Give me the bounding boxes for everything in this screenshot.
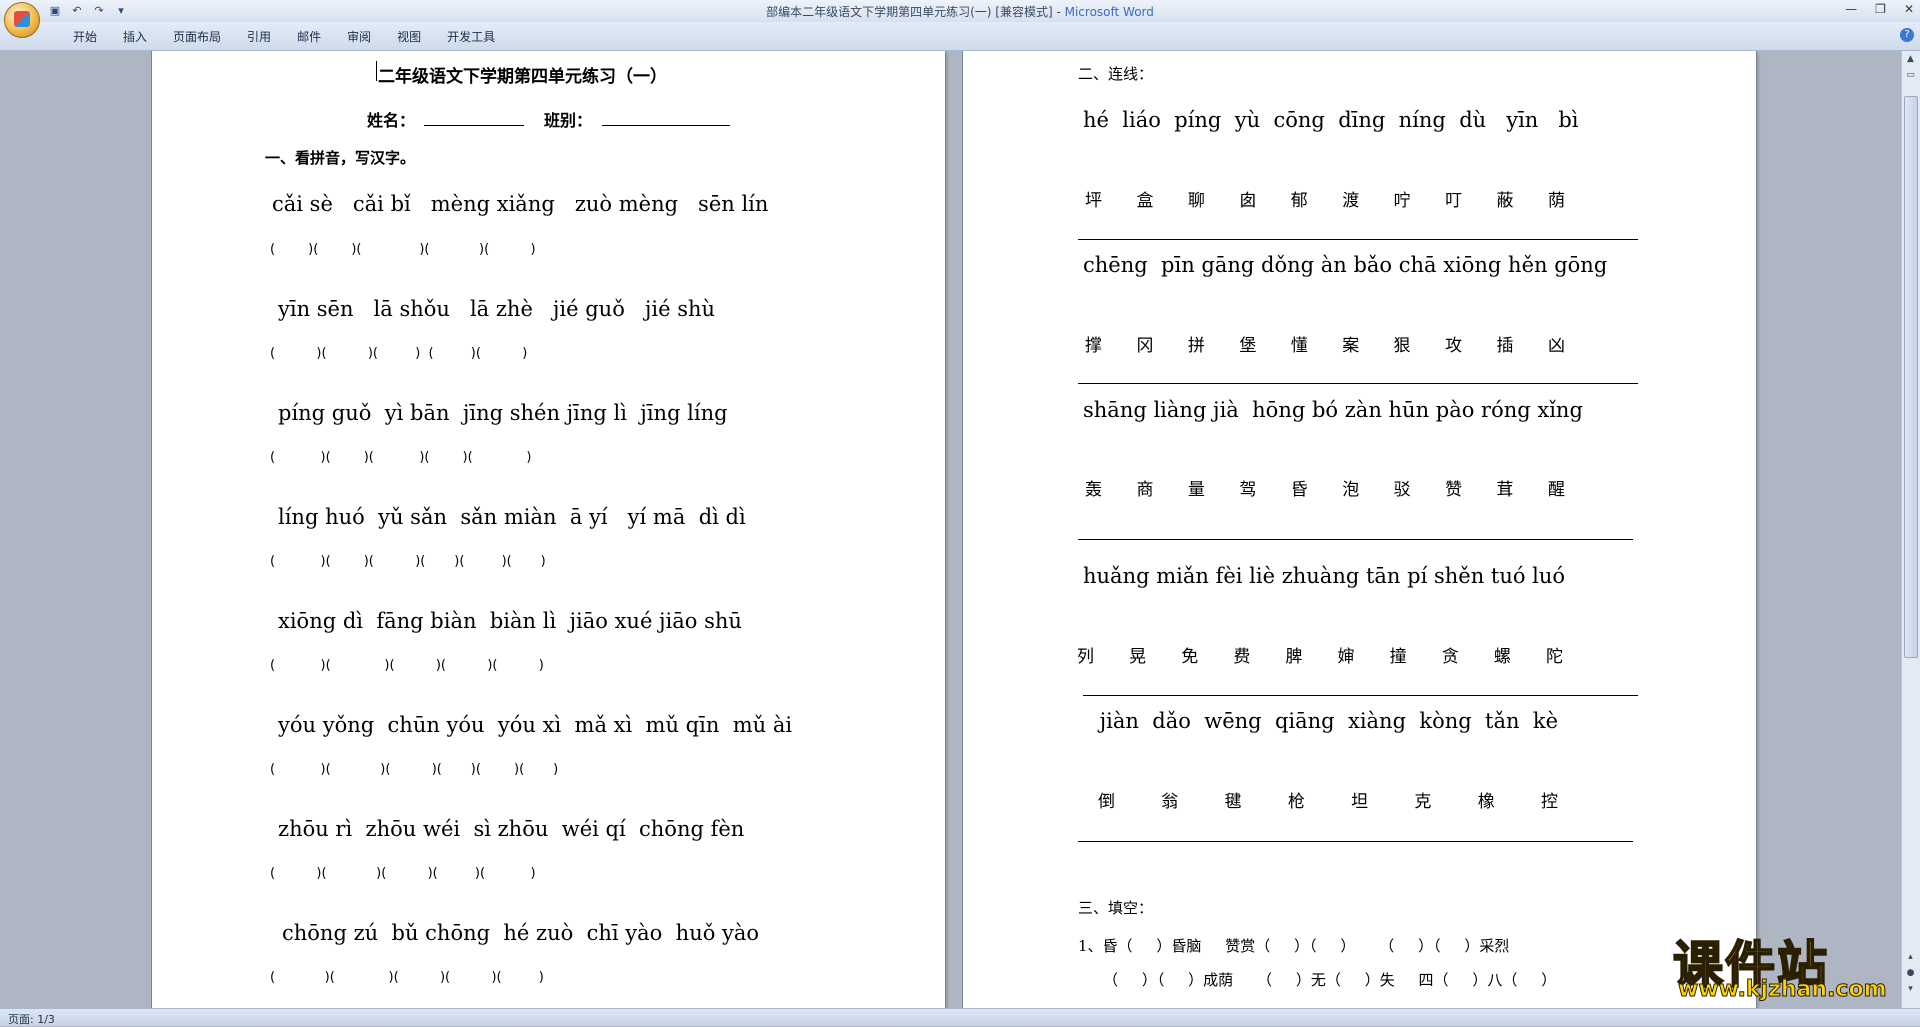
pinyin-row: cǎi sè cǎi bǐ mèng xiǎng zuò mèng sēn lí… <box>272 192 769 216</box>
tab-home[interactable]: 开始 <box>60 29 110 45</box>
answer-brackets: ( )( )( )( )( ) <box>270 450 532 465</box>
next-page-icon[interactable]: ▾ <box>1904 983 1917 996</box>
pinyin-row: yóu yǒng chūn yóu yóu xì mǎ xì mǔ qīn mǔ… <box>278 713 793 737</box>
match-pinyin-row: jiàn dǎo wēng qiāng xiàng kòng tǎn kè <box>1093 709 1559 733</box>
class-label: 班别： <box>544 111 593 130</box>
window-controls: — ❐ ✕ <box>1845 2 1914 16</box>
pinyin-row: chōng zú bǔ chōng hé zuò chī yào huǒ yào <box>282 921 760 945</box>
scrollbar-thumb[interactable] <box>1904 96 1918 658</box>
answer-brackets: ( )( )( )( )( )( ) <box>270 762 559 777</box>
tab-references[interactable]: 引用 <box>234 29 284 45</box>
match-char-row: 轰商量驾昏泡驳赞茸醒 <box>1085 480 1565 500</box>
match-pinyin-row: huǎng miǎn fèi liè zhuàng tān pí shěn tu… <box>1083 564 1566 588</box>
section2-heading: 二、连线： <box>1078 65 1154 83</box>
ribbon-tabs: 开始 插入 页面布局 引用 邮件 审阅 视图 开发工具 <box>60 29 508 45</box>
title-bar: ▣ ↶ ↷ ▾ 部编本二年级语文下学期第四单元练习(一) [兼容模式] - Mi… <box>0 0 1920 23</box>
watermark-url: www.kjzhan.com <box>1678 977 1888 1003</box>
pinyin-row: píng guǒ yì bān jīng shén jīng lì jīng l… <box>278 401 728 425</box>
document-page-1: 二年级语文下学期第四单元练习（一） 姓名： 班别： 一、看拼音，写汉字。 cǎi… <box>152 51 945 1008</box>
pinyin-row: zhōu rì zhōu wéi sì zhōu wéi qí chōng fè… <box>278 817 745 841</box>
divider-line <box>1078 383 1638 384</box>
divider-line <box>1083 695 1638 696</box>
previous-page-icon[interactable]: ▴ <box>1904 951 1917 964</box>
match-char-row: 倒翁毽枪坦克橡控 <box>1098 792 1558 812</box>
answer-brackets: ( )( )( )( )( ) <box>270 658 544 673</box>
match-pinyin-row: shāng liàng jià hōng bó zàn hūn pào róng… <box>1083 398 1583 422</box>
name-blank[interactable] <box>424 125 524 126</box>
answer-brackets: ( )( )( )( )( ) <box>270 242 536 257</box>
class-blank[interactable] <box>602 125 730 126</box>
answer-brackets: ( )( )( )( )( )( ) <box>270 554 546 569</box>
match-pinyin-row: chēng pīn gāng dǒng àn bǎo chā xiōng hěn… <box>1083 253 1608 277</box>
tab-mailings[interactable]: 邮件 <box>284 29 334 45</box>
tab-page-layout[interactable]: 页面布局 <box>160 29 234 45</box>
office-logo-icon <box>14 11 30 27</box>
window-title: 部编本二年级语文下学期第四单元练习(一) [兼容模式] - Microsoft … <box>766 5 1154 19</box>
match-char-row: 撑冈拼堡懂案狠攻插凶 <box>1085 336 1565 356</box>
status-bar: 页面: 1/3 <box>0 1008 1920 1026</box>
divider-line <box>1078 239 1638 240</box>
match-pinyin-row: hé liáo píng yù cōng dīng níng dù yīn bì <box>1083 108 1579 132</box>
ruler-toggle-icon[interactable]: ▭ <box>1904 69 1917 82</box>
divider-line <box>1078 841 1633 842</box>
tab-view[interactable]: 视图 <box>384 29 434 45</box>
divider-line <box>1078 539 1633 540</box>
pinyin-row: yīn sēn lā shǒu lā zhè jié guǒ jié shù <box>278 297 716 321</box>
minimize-icon[interactable]: — <box>1845 2 1857 16</box>
office-button[interactable] <box>4 2 40 38</box>
fill-line: 1、昏（ ）昏脑 赞赏（ ）（ ） （ ）（ ）采烈 <box>1078 937 1510 955</box>
fill-line: （ ）（ ）成荫 （ ）无（ ）失 四（ ）八（ ） <box>1103 971 1557 989</box>
answer-brackets: ( )( )( )( )( ) <box>270 866 536 881</box>
section1-heading: 一、看拼音，写汉字。 <box>265 149 416 167</box>
close-icon[interactable]: ✕ <box>1904 2 1914 16</box>
pinyin-row: líng huó yǔ sǎn sǎn miàn ā yí yí mā dì d… <box>278 505 746 529</box>
answer-brackets: ( )( )( ) ( )( ) <box>270 346 528 361</box>
match-char-row: 列晃免费脾婶撞贪螺陀 <box>1077 647 1563 667</box>
help-icon[interactable]: ? <box>1900 28 1914 42</box>
document-area: 二年级语文下学期第四单元练习（一） 姓名： 班别： 一、看拼音，写汉字。 cǎi… <box>0 51 1902 1008</box>
tab-developer[interactable]: 开发工具 <box>434 29 508 45</box>
answer-brackets: ( )( )( )( )( ) <box>270 970 544 985</box>
ribbon: 开始 插入 页面布局 引用 邮件 审阅 视图 开发工具 ? <box>0 22 1920 51</box>
name-label: 姓名： <box>367 111 416 130</box>
page-title: 二年级语文下学期第四单元练习（一） <box>378 67 667 87</box>
maximize-icon[interactable]: ❐ <box>1875 2 1886 16</box>
pinyin-row: xiōng dì fāng biàn biàn lì jiāo xué jiāo… <box>278 609 742 633</box>
vertical-scrollbar[interactable]: ▲ ▭ ▴ ● ▾ <box>1901 51 1920 1008</box>
scroll-up-icon[interactable]: ▲ <box>1904 53 1917 66</box>
document-page-2: 二、连线： hé liáo píng yù cōng dīng níng dù … <box>963 51 1756 1008</box>
browse-object-icon[interactable]: ● <box>1904 967 1917 980</box>
tab-review[interactable]: 审阅 <box>334 29 384 45</box>
section3-heading: 三、填空： <box>1078 899 1154 917</box>
match-char-row: 坪盒聊囱郁渡咛叮蔽荫 <box>1085 191 1565 211</box>
tab-insert[interactable]: 插入 <box>110 29 160 45</box>
